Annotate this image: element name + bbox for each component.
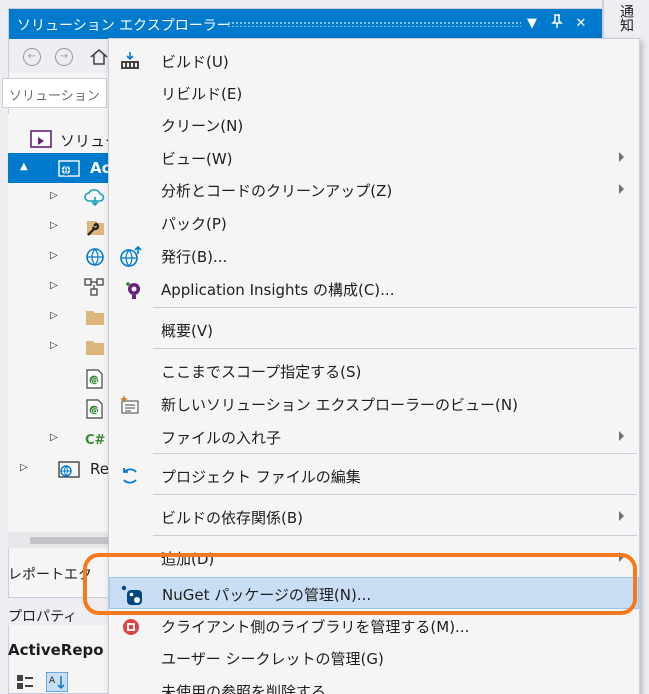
menu-item-label: クリーン(N) [161,117,244,135]
back-icon[interactable]: ← [23,48,41,66]
forward-icon[interactable]: → [55,48,73,66]
menu-item[interactable]: 概要(V) [109,314,639,346]
menu-item[interactable]: プロジェクト ファイルの編集 [109,460,639,492]
web-project-icon [58,459,80,479]
menu-item-label: 新しいソリューション エクスプローラーのビュー(N) [161,396,518,414]
sort-alphabetical-icon[interactable]: A [46,672,68,692]
menu-item-label: プロジェクト ファイルの編集 [161,468,361,486]
menu-item-label: リビルド(E) [161,85,243,103]
svg-text:@: @ [91,377,100,387]
submenu-arrow-icon [619,152,624,162]
submenu-arrow-icon [619,431,624,441]
menu-item[interactable]: Application Insights の構成(C)... [109,273,639,305]
menu-item[interactable]: クリーン(N) [109,109,639,141]
svg-text:C#: C# [85,433,106,448]
submenu-arrow-icon [619,184,624,194]
menu-item[interactable]: ここまでスコープ指定する(S) [109,355,639,387]
menu-item[interactable]: ファイルの入れ子 [109,421,639,453]
expand-icon[interactable]: ▷ [50,432,62,446]
connected-services-icon [84,187,105,207]
menu-item-label: 未使用の参照を削除する [161,683,327,694]
menu-item[interactable]: 未使用の参照を削除する [109,675,639,694]
menu-item-label: ファイルの入れ子 [161,429,282,447]
pin-icon[interactable] [547,14,567,34]
menu-item[interactable]: パック(P) [109,207,639,239]
solution-icon [30,129,52,149]
menu-item-label: ビルド(U) [161,53,229,71]
build-icon [119,51,143,71]
expand-icon[interactable]: ▷ [50,340,62,354]
expand-icon[interactable]: ▷ [50,310,62,324]
close-icon[interactable]: ✕ [571,14,591,34]
application-insights-icon [119,279,143,299]
menu-item[interactable]: ビルド(U) [109,45,639,77]
search-placeholder: ソリューション [9,89,100,104]
properties-icon [84,217,104,237]
menu-item[interactable]: ユーザー シークレットの管理(G) [109,642,639,674]
menu-separator [153,453,637,454]
solution-search-input[interactable]: ソリューション [2,78,107,108]
expand-icon[interactable]: ▷ [50,250,62,264]
menu-item-label: Application Insights の構成(C)... [161,281,395,299]
globe-icon [84,247,104,267]
menu-item[interactable]: ビュー(W) [109,142,639,174]
menu-separator [153,307,637,308]
menu-item[interactable]: 発行(B)... [109,240,639,272]
menu-item-label: ビルドの依存関係(B) [161,509,303,527]
menu-item-label: クライアント側のライブラリを管理する(M)... [161,618,470,636]
categorized-icon[interactable] [16,674,34,690]
library-icon [119,616,143,636]
titlebar-grip[interactable] [227,21,521,27]
csharp-file-icon: C# [84,429,106,449]
folder-icon [84,337,104,357]
submenu-arrow-icon [619,511,624,521]
menu-item-label: 分析とコードのクリーンアップ(Z) [161,182,393,200]
menu-item[interactable]: 分析とコードのクリーンアップ(Z) [109,174,639,206]
expand-icon[interactable]: ▷ [50,280,62,294]
menu-separator [153,494,637,495]
menu-item-label: 概要(V) [161,322,213,340]
new-view-icon [119,394,143,414]
horizontal-scrollbar[interactable] [8,532,110,548]
solution-explorer-titlebar: ソリューション エクスプローラー ▼ ✕ [9,9,602,39]
svg-text:A: A [49,676,56,686]
menu-item[interactable]: リビルド(E) [109,77,639,109]
collapse-icon[interactable]: ▲ [20,161,32,175]
expand-icon[interactable]: ▷ [20,462,32,476]
menu-item-label: パック(P) [161,215,227,233]
menu-item-label: ユーザー シークレットの管理(G) [161,650,384,668]
annotation-highlight-ring [83,553,637,615]
home-icon[interactable] [89,47,109,67]
menu-item-label: ここまでスコープ指定する(S) [161,363,362,381]
menu-item[interactable]: 新しいソリューション エクスプローラーのビュー(N) [109,388,639,420]
menu-separator [153,535,637,536]
window-position-dropdown-icon[interactable]: ▼ [522,14,542,34]
razor-file-icon: @ [84,399,104,419]
tree-node-label: Re [90,460,109,478]
edit-project-icon [119,466,143,486]
razor-file-icon: @ [84,369,104,389]
expand-icon[interactable]: ▷ [50,220,62,234]
menu-item-label: 発行(B)... [161,248,228,266]
menu-item-label: ビュー(W) [161,150,233,168]
folder-icon [84,307,104,327]
report-explorer-tab[interactable]: レポートエク [8,564,92,584]
publish-icon [119,245,143,267]
notifications-tab[interactable]: 通知 [612,4,634,32]
properties-title: プロパティ [8,609,78,625]
dependencies-icon [84,277,104,297]
properties-object-name[interactable]: ActiveRepo [8,641,104,659]
expand-icon[interactable]: ▷ [50,190,62,204]
menu-separator [153,348,637,349]
panel-title: ソリューション エクスプローラー [17,18,231,34]
menu-item[interactable]: ビルドの依存関係(B) [109,501,639,533]
web-project-icon [58,158,80,178]
svg-text:@: @ [91,407,100,417]
